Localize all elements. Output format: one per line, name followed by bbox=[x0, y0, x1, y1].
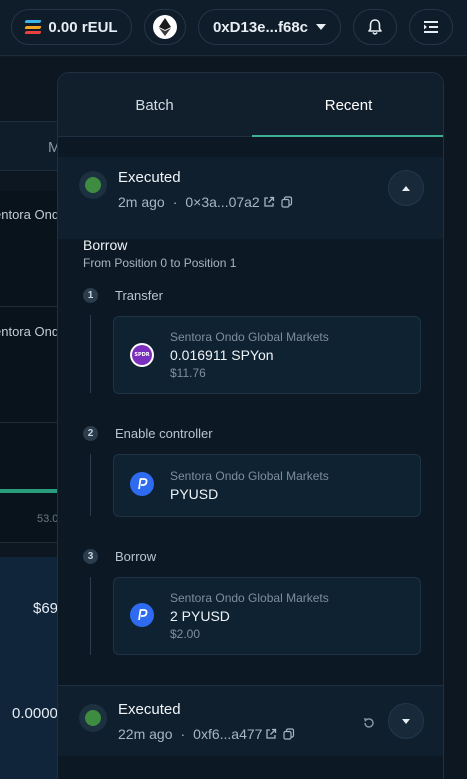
panel-tabs: Batch Recent bbox=[58, 73, 443, 137]
tab-recent[interactable]: Recent bbox=[252, 73, 443, 137]
chevron-down-icon bbox=[402, 718, 410, 724]
menu-button[interactable] bbox=[409, 9, 453, 45]
pyusd-token-icon bbox=[130, 603, 154, 627]
background-stats-panel bbox=[0, 557, 60, 779]
asset-card: Sentora Ondo Global Markets 2 PYUSD $2.0… bbox=[113, 577, 421, 655]
asset-source: Sentora Ondo Global Markets bbox=[170, 469, 329, 483]
transaction-meta: 22m ago · 0xf6...a477 bbox=[118, 726, 295, 742]
background-value: 0.0000 bbox=[12, 705, 58, 722]
step-connector bbox=[90, 577, 91, 655]
transaction-time: 2m ago bbox=[118, 194, 165, 210]
asset-card: Sentora Ondo Global Markets PYUSD bbox=[113, 454, 421, 517]
step-label: Enable controller bbox=[115, 426, 213, 441]
balance-label: 0.00 rEUL bbox=[48, 18, 118, 36]
copy-icon[interactable] bbox=[281, 196, 293, 208]
pyusd-token-icon bbox=[130, 472, 154, 496]
operation-subtitle: From Position 0 to Position 1 bbox=[83, 256, 237, 270]
asset-amount: 2 PYUSD bbox=[170, 608, 230, 624]
separator: · bbox=[180, 726, 186, 742]
transaction-status: Executed bbox=[118, 701, 181, 718]
reul-logo-icon bbox=[24, 20, 42, 34]
transaction-header[interactable]: Executed 22m ago · 0xf6...a477 bbox=[58, 686, 443, 756]
wallet-address-button[interactable]: 0xD13e...f68c bbox=[198, 9, 341, 45]
transaction-header[interactable]: Executed 2m ago · 0×3a...07a2 bbox=[58, 157, 443, 239]
operation-title: Borrow bbox=[83, 237, 128, 253]
active-tab-indicator bbox=[252, 135, 443, 137]
step-label: Borrow bbox=[115, 549, 157, 564]
asset-usd-value: $11.76 bbox=[170, 366, 206, 380]
background-chart-line bbox=[0, 489, 60, 493]
transactions-panel: Batch Recent Executed 2m ago · 0×3a...07… bbox=[57, 72, 444, 779]
asset-amount: PYUSD bbox=[170, 486, 219, 502]
background-axis-label: 53.0 bbox=[37, 513, 59, 525]
status-indicator-icon bbox=[79, 704, 107, 732]
asset-source: Sentora Ondo Global Markets bbox=[170, 591, 329, 605]
step-number: 3 bbox=[83, 549, 98, 564]
external-link-icon[interactable] bbox=[265, 728, 277, 740]
step-connector bbox=[90, 315, 91, 393]
step-connector bbox=[90, 454, 91, 516]
network-button[interactable] bbox=[144, 9, 186, 45]
transaction-hash-link[interactable]: 0×3a...07a2 bbox=[185, 194, 259, 210]
chevron-down-icon bbox=[316, 24, 327, 30]
separator: · bbox=[172, 194, 178, 210]
status-indicator-icon bbox=[79, 171, 107, 199]
transaction-meta: 2m ago · 0×3a...07a2 bbox=[118, 194, 293, 210]
external-link-icon[interactable] bbox=[263, 196, 275, 208]
asset-amount: 0.016911 SPYon bbox=[170, 347, 274, 363]
collapse-button[interactable] bbox=[388, 170, 424, 206]
top-bar: 0.00 rEUL 0xD13e...f68c bbox=[0, 0, 467, 56]
transaction-time: 22m ago bbox=[118, 726, 173, 742]
tab-batch[interactable]: Batch bbox=[58, 73, 251, 137]
step-number: 1 bbox=[83, 288, 98, 303]
wallet-address: 0xD13e...f68c bbox=[212, 18, 309, 36]
asset-card: SPDR Sentora Ondo Global Markets 0.01691… bbox=[113, 316, 421, 394]
retry-icon[interactable] bbox=[362, 716, 376, 730]
balance-button[interactable]: 0.00 rEUL bbox=[11, 9, 132, 45]
chevron-up-icon bbox=[402, 185, 410, 191]
asset-source: Sentora Ondo Global Markets bbox=[170, 330, 329, 344]
expand-button[interactable] bbox=[388, 703, 424, 739]
notifications-button[interactable] bbox=[353, 9, 397, 45]
spyon-token-icon: SPDR bbox=[130, 343, 154, 367]
transaction-status: Executed bbox=[118, 169, 181, 186]
ethereum-icon bbox=[153, 15, 177, 39]
menu-icon bbox=[424, 21, 438, 33]
background-value: $69 bbox=[33, 600, 59, 617]
step-number: 2 bbox=[83, 426, 98, 441]
asset-usd-value: $2.00 bbox=[170, 627, 201, 641]
step-label: Transfer bbox=[115, 288, 163, 303]
transaction-hash-link[interactable]: 0xf6...a477 bbox=[193, 726, 262, 742]
background-chart-area bbox=[0, 423, 60, 543]
copy-icon[interactable] bbox=[283, 728, 295, 740]
bell-icon bbox=[368, 19, 382, 35]
